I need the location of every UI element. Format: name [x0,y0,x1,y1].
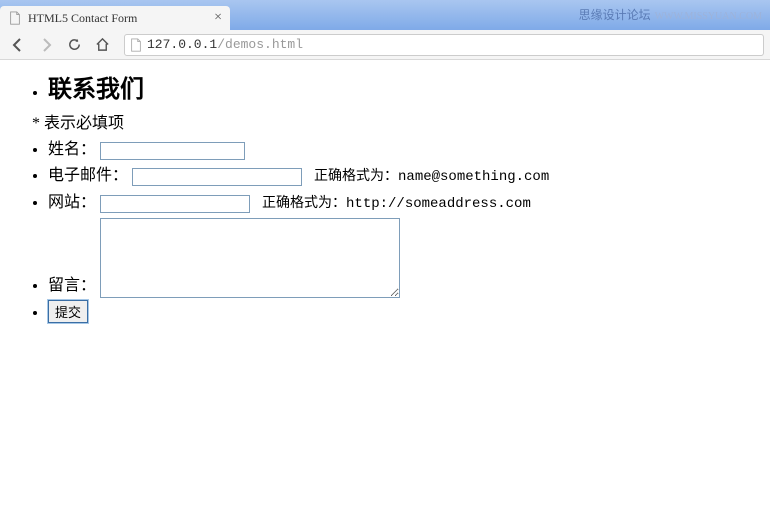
email-input[interactable] [132,168,302,186]
browser-toolbar: 127.0.0.1/demos.html [0,30,770,60]
page-title: 联系我们 [48,78,762,102]
browser-tab[interactable]: HTML5 Contact Form × [0,6,230,30]
name-label: 姓名： [48,141,96,158]
page-icon [8,11,22,25]
field-website: 网站： 正确格式为：http://someaddress.com [48,191,762,216]
heading-item: 联系我们 [48,78,762,102]
website-label: 网站： [48,194,96,211]
tab-title: HTML5 Contact Form [28,11,214,26]
website-input[interactable] [100,195,250,213]
site-icon [129,38,143,52]
close-tab-icon[interactable]: × [214,10,222,26]
page-content: 联系我们 * 表示必填项 姓名： 电子邮件： 正确格式为：name@someth… [0,60,770,343]
website-hint: 正确格式为：http://someaddress.com [262,196,531,212]
required-note: * 表示必填项 [32,112,762,136]
name-input[interactable] [100,142,245,160]
reload-button[interactable] [62,34,86,56]
message-label: 留言： [48,277,96,294]
watermark: 思缘设计论坛WWW.MISSYUAN.COM [579,6,762,23]
field-message: 留言： [48,218,762,298]
field-name: 姓名： [48,138,762,162]
submit-button[interactable]: 提交 [48,300,88,323]
email-label: 电子邮件： [48,167,128,184]
home-button[interactable] [90,34,114,56]
address-bar[interactable]: 127.0.0.1/demos.html [124,34,764,56]
email-hint: 正确格式为：name@something.com [314,169,549,185]
message-textarea[interactable] [100,218,400,298]
browser-tab-strip: HTML5 Contact Form × 思缘设计论坛WWW.MISSYUAN.… [0,0,770,30]
field-submit: 提交 [48,300,762,325]
forward-button[interactable] [34,34,58,56]
url-text[interactable]: 127.0.0.1/demos.html [147,37,759,52]
field-email: 电子邮件： 正确格式为：name@something.com [48,164,762,189]
back-button[interactable] [6,34,30,56]
